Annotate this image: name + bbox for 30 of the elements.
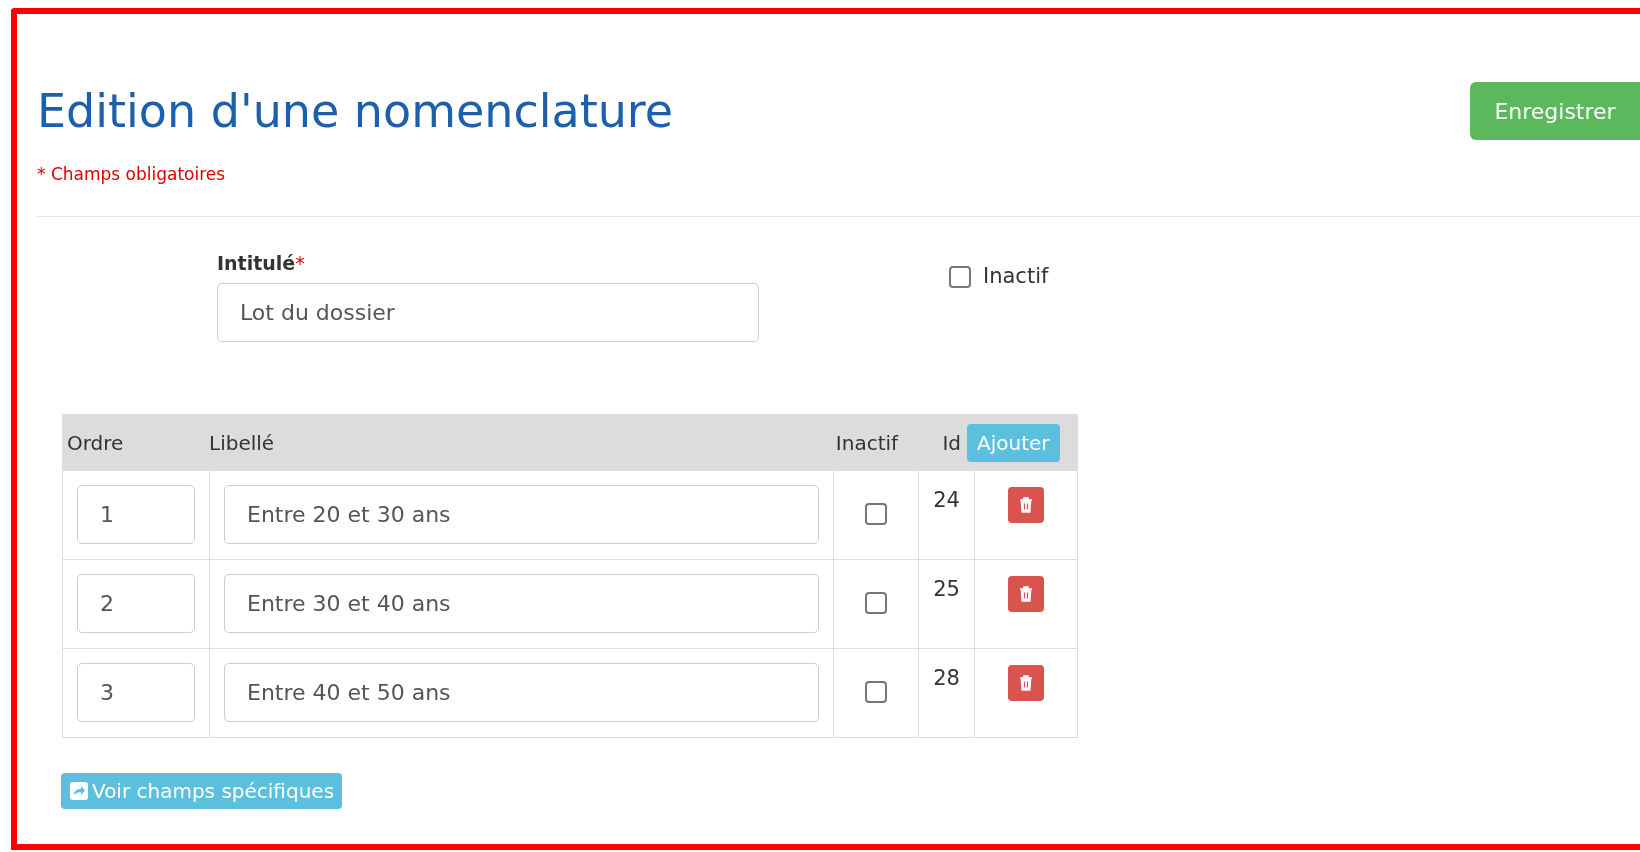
inactive-label: Inactif <box>983 262 1049 290</box>
id-cell-text: 28 <box>933 665 960 692</box>
label-input[interactable]: Entre 40 et 50 ans <box>224 663 819 722</box>
order-input[interactable]: 1 <box>77 485 195 544</box>
checkbox[interactable] <box>865 503 887 525</box>
delete-button[interactable] <box>1008 487 1044 523</box>
column-header: Inactif <box>834 429 900 457</box>
trash-icon <box>1019 497 1033 513</box>
required-note: * Champs obligatoires <box>37 163 227 186</box>
column-header: Libellé <box>209 429 276 457</box>
page-title: Edition d'une nomenclature <box>37 88 674 134</box>
title-input[interactable]: Lot du dossier <box>217 283 759 342</box>
delete-button[interactable] <box>1008 665 1044 701</box>
share-icon <box>69 781 89 801</box>
order-input[interactable]: 3 <box>77 663 195 722</box>
trash-icon <box>1019 586 1033 602</box>
required-mark: * <box>295 250 305 276</box>
checkbox[interactable] <box>865 592 887 614</box>
column-header: Ordre <box>66 429 125 457</box>
label-input[interactable]: Entre 30 et 40 ans <box>224 574 819 633</box>
id-cell-text: 25 <box>933 576 960 603</box>
id-cell-text: 24 <box>933 487 960 514</box>
delete-button[interactable] <box>1008 576 1044 612</box>
label-input[interactable]: Entre 20 et 30 ans <box>224 485 819 544</box>
order-input[interactable]: 2 <box>77 574 195 633</box>
trash-icon <box>1019 675 1033 691</box>
column-header: Id <box>941 429 962 457</box>
checkbox[interactable] <box>949 265 971 288</box>
field-label: Intitulé <box>217 250 296 276</box>
checkbox[interactable] <box>865 681 887 703</box>
